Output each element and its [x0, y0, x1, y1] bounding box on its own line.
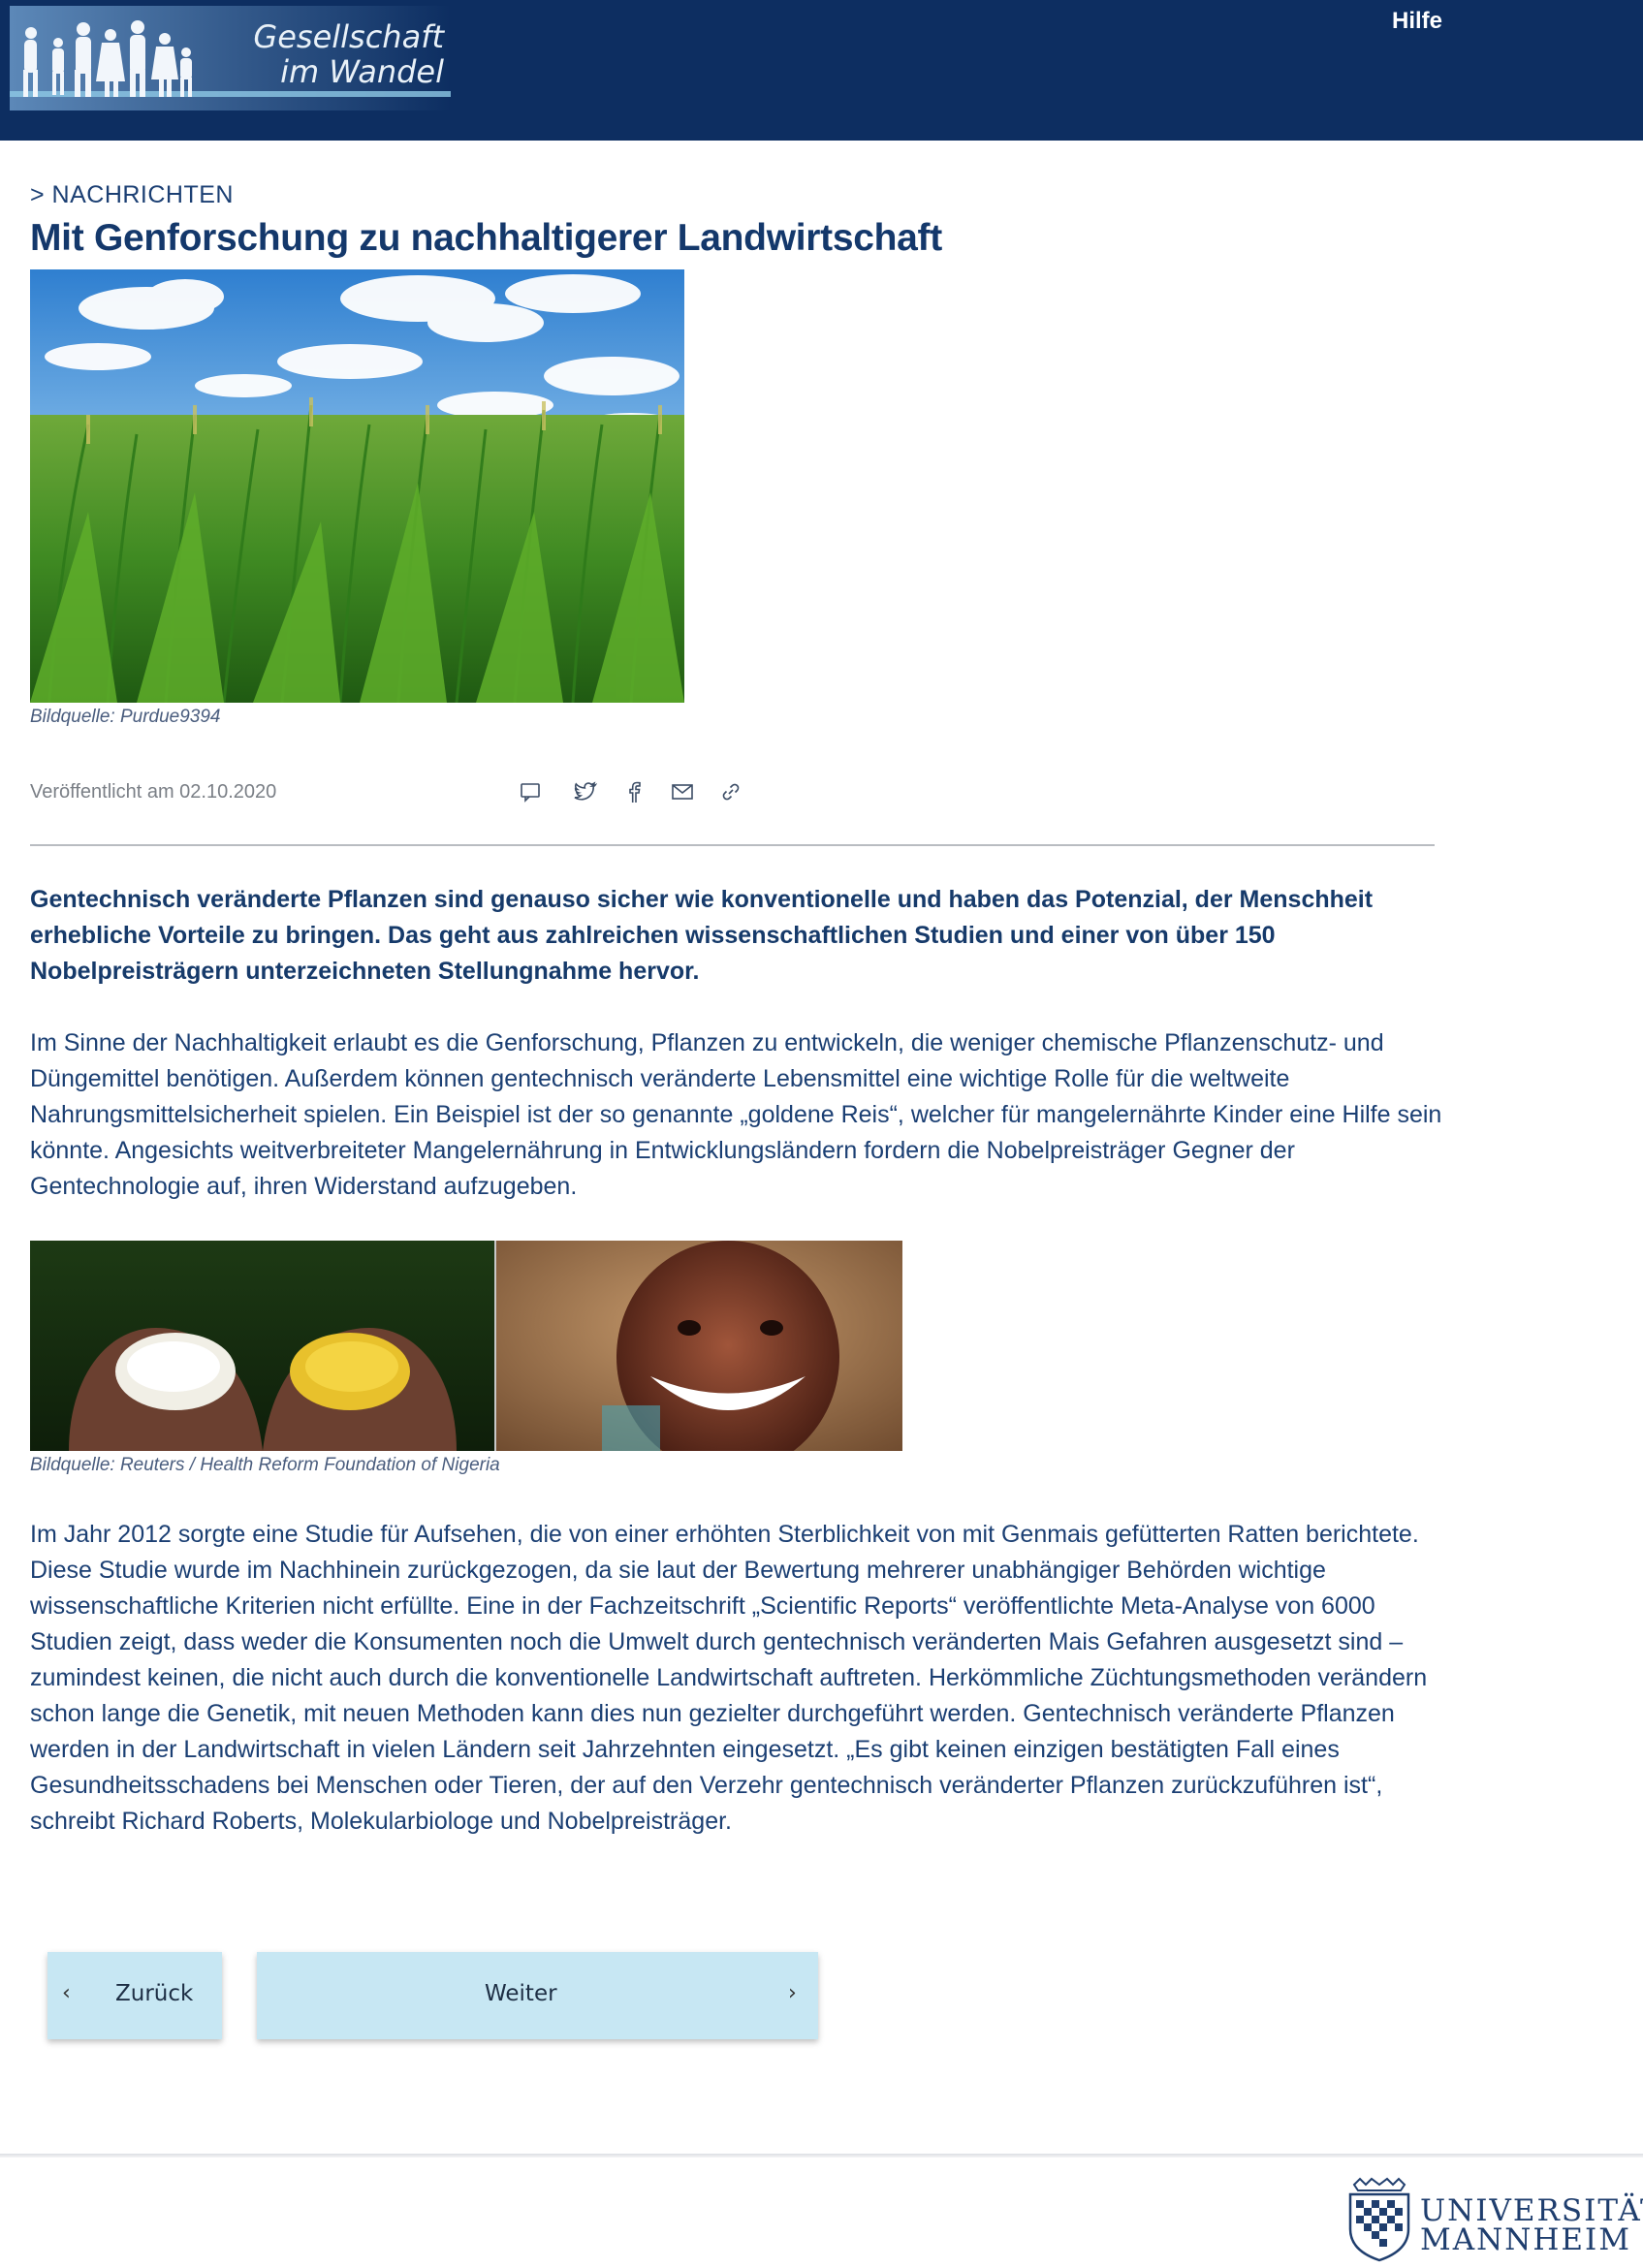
article-image-caption: Bildquelle: Reuters / Health Reform Foun… [30, 1455, 500, 1475]
breadcrumb: > NACHRICHTEN [30, 181, 234, 208]
twitter-icon[interactable] [569, 775, 602, 808]
article-paragraph-2: Im Jahr 2012 sorgte eine Studie für Aufs… [30, 1521, 1428, 1835]
published-date: Veröffentlicht am 02.10.2020 [30, 781, 277, 803]
logo-title: Gesellschaft im Wandel [221, 19, 444, 89]
mail-icon[interactable] [666, 775, 699, 808]
hero-image-cornfield [30, 269, 684, 703]
footer-divider [0, 2154, 1643, 2158]
university-logo[interactable]: UNIVERSITÄT MANNHEIM [1343, 2177, 1643, 2262]
site-logo[interactable]: Gesellschaft im Wandel [10, 6, 451, 110]
article-paragraph-1: Im Sinne der Nachhaltigkeit erlaubt es d… [30, 1029, 1442, 1200]
chevron-left-icon: ‹ [62, 1981, 71, 2005]
logo-text-line1: Gesellschaft [253, 18, 444, 55]
university-crest-icon [1348, 2177, 1410, 2262]
university-name-line2: MANNHEIM [1420, 2222, 1632, 2257]
back-button-label: Zurück [115, 1981, 194, 2006]
page-title: Mit Genforschung zu nachhaltigerer Landw… [30, 217, 942, 259]
university-name-line1: UNIVERSITÄT [1420, 2193, 1643, 2228]
help-link[interactable]: Hilfe [1392, 8, 1442, 35]
chevron-right-icon: › [788, 1981, 797, 2005]
facebook-icon[interactable] [617, 775, 650, 808]
university-name: UNIVERSITÄT MANNHEIM [1420, 2193, 1643, 2257]
next-button-label: Weiter [485, 1981, 557, 2006]
link-icon[interactable] [714, 775, 747, 808]
comment-icon[interactable] [514, 775, 547, 808]
site-header: Gesellschaft im Wandel Hilfe [0, 0, 1643, 141]
divider [30, 844, 1435, 846]
article-image-golden-rice [30, 1241, 902, 1451]
next-button[interactable]: Weiter › [257, 1952, 818, 2039]
logo-text-line2: im Wandel [280, 53, 444, 90]
hero-image-caption: Bildquelle: Purdue9394 [30, 707, 221, 727]
back-button[interactable]: ‹ Zurück [47, 1952, 222, 2039]
article-lead: Gentechnisch veränderte Pflanzen sind ge… [30, 886, 1374, 985]
